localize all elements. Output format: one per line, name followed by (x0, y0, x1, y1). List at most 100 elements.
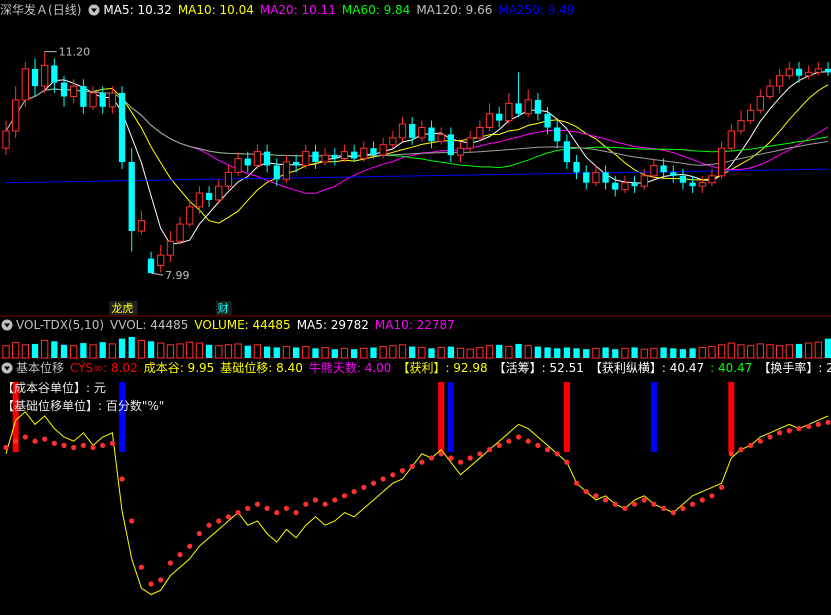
chevron-down-icon[interactable] (88, 4, 100, 16)
volume-bar (428, 348, 435, 358)
volume-bar (215, 345, 223, 359)
volume-bar (602, 347, 609, 358)
volume-bar (708, 346, 716, 359)
volume-bar (563, 347, 571, 358)
candle-body (621, 182, 629, 191)
candle-body (137, 220, 146, 232)
volume-bar (350, 349, 358, 358)
cys-dot (80, 442, 86, 448)
candle-body (814, 68, 822, 73)
volume-bar (118, 338, 126, 358)
volume-bar (157, 342, 165, 359)
candle-body (2, 130, 10, 149)
candle-body (253, 151, 262, 166)
cys-dot (264, 505, 270, 511)
cys-dot (332, 497, 338, 503)
volume-indicator-title[interactable]: VOL-TDX(5,10) (16, 318, 104, 332)
cys-dot (409, 463, 415, 469)
cys-dot (690, 501, 696, 507)
cys-dot (158, 577, 164, 583)
candle-body (370, 148, 377, 156)
candle-body (157, 254, 165, 266)
candle-body (118, 93, 126, 162)
candle-body (776, 75, 784, 87)
cys-dot (680, 505, 686, 511)
ma60-line (5, 88, 829, 169)
candle-body (350, 151, 358, 159)
volume-bar (814, 341, 822, 359)
buy-signal-bar (728, 382, 735, 452)
cys-dot (100, 442, 106, 448)
cys-dot (283, 505, 290, 511)
shift-unit-note: 【基础位移单位】: 百分数"%" (2, 399, 165, 413)
volume-bar (805, 342, 813, 359)
candle-body (679, 175, 687, 183)
volume-bar (360, 347, 368, 359)
candle-body (21, 68, 29, 101)
candle-body (554, 127, 561, 142)
candle-body (409, 124, 416, 138)
cys-dot (216, 518, 222, 524)
cys-dot (206, 522, 212, 528)
volume-bar (631, 347, 638, 358)
stock-chart-canvas: 11.20 7.99 龙虎 财 (0, 46, 831, 596)
volume-bar (12, 342, 20, 359)
cys-dot (167, 560, 173, 566)
cys-dot (148, 581, 154, 587)
candle-body (108, 92, 117, 108)
ma-indicator-0: MA5: 10.32 (103, 3, 172, 17)
volume-bar (137, 339, 146, 359)
cys-dot (380, 476, 386, 482)
cys-dot (303, 501, 309, 507)
candle-body (292, 162, 300, 166)
candle-body (428, 127, 435, 142)
cys-dot (51, 440, 57, 446)
volume-bar (485, 345, 494, 359)
volume-bar (176, 343, 184, 359)
cys-dot (602, 497, 609, 503)
stock-name[interactable]: 深华发Ａ (0, 3, 48, 17)
chevron-down-icon[interactable] (1, 319, 13, 331)
candle-body (689, 182, 696, 187)
volume-panel (2, 336, 831, 359)
candle-body (805, 71, 813, 77)
candle-body (534, 99, 542, 114)
cys-dot (806, 423, 812, 430)
cys-dot (525, 438, 531, 444)
period-label[interactable]: (日线) (48, 3, 81, 17)
candle-body (360, 147, 368, 160)
cys-dot (767, 434, 773, 440)
candle-body (60, 82, 68, 97)
volume-indicator-3: MA10: 22787 (374, 318, 455, 332)
candle-body (746, 109, 755, 122)
volume-bar (621, 347, 629, 359)
volume-bar (166, 344, 175, 359)
candle-body (224, 171, 233, 187)
cys-dot (709, 493, 715, 499)
chevron-down-icon[interactable] (1, 362, 13, 374)
cys-dot (3, 444, 9, 451)
volume-bar (409, 346, 416, 358)
candle-body (12, 99, 20, 132)
cys-dot (119, 476, 125, 482)
volume-bar (312, 348, 319, 358)
cys-dot (235, 509, 241, 516)
volume-bar (660, 347, 667, 358)
volume-bar (824, 338, 831, 358)
cys-dot (515, 434, 522, 440)
ma-indicator-3: MA60: 9.84 (341, 3, 411, 17)
buy-signal-bar (438, 382, 445, 452)
cost-indicator-2: 基础位移: 8.40 (220, 361, 303, 375)
volume-bar (670, 348, 677, 358)
cys-dot (661, 505, 667, 511)
cys-dot (699, 497, 705, 503)
cys-dot (361, 484, 367, 490)
cys-dot (535, 442, 541, 448)
volume-bar (679, 349, 687, 358)
low-price-label: 7.99 (165, 269, 190, 282)
cost-indicator-title[interactable]: 基本位移 (16, 361, 64, 375)
cys-dot (593, 493, 599, 499)
volume-bar (456, 347, 465, 359)
candle-body (795, 68, 803, 76)
cys-dot (71, 444, 77, 451)
